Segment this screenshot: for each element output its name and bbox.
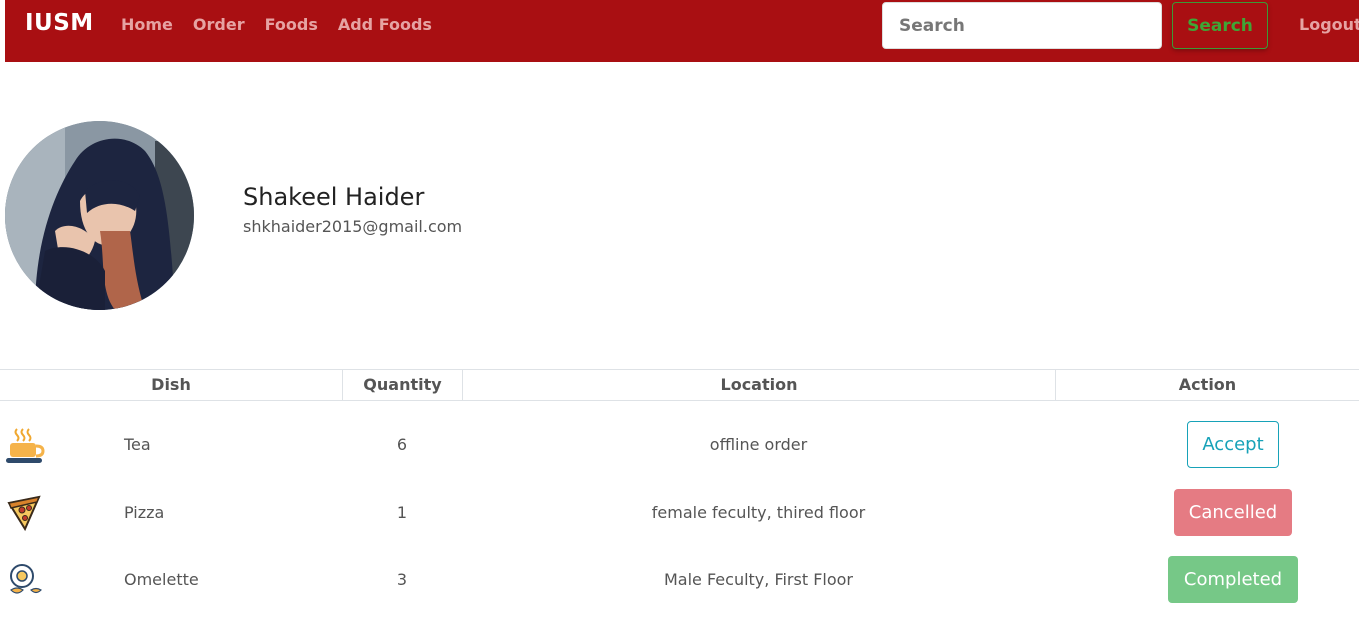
- tea-cup-icon: [5, 425, 45, 465]
- column-header-action: Action: [1055, 370, 1359, 400]
- action-cell: Accept: [1107, 411, 1359, 477]
- dish-quantity: 1: [396, 502, 408, 522]
- nav-link-home[interactable]: Home: [121, 15, 173, 34]
- table-header: Dish Quantity Location Action: [0, 369, 1359, 401]
- table-row: Omelette 3 Male Feculty, First Floor Com…: [0, 546, 1359, 612]
- action-cell: Completed: [1107, 546, 1359, 612]
- order-location: Male Feculty, First Floor: [663, 569, 853, 589]
- dish-name: Tea: [124, 434, 151, 454]
- accept-button[interactable]: Accept: [1187, 420, 1279, 468]
- column-header-dish: Dish: [151, 375, 191, 394]
- nav-link-order[interactable]: Order: [193, 15, 245, 34]
- completed-button[interactable]: Completed: [1167, 555, 1299, 603]
- column-header-location: Location: [462, 370, 1055, 400]
- table-row: Tea 6 offline order Accept: [0, 411, 1359, 477]
- nav-links: Home Order Foods Add Foods: [121, 15, 432, 34]
- dish-quantity: 6: [396, 434, 408, 454]
- logout-link[interactable]: Logout: [1299, 15, 1359, 34]
- pizza-slice-icon: [5, 493, 45, 533]
- order-location: offline order: [709, 434, 808, 454]
- dish-name: Omelette: [124, 569, 199, 589]
- profile-email: shkhaider2015@gmail.com: [243, 217, 463, 236]
- omelette-icon: [5, 560, 45, 600]
- search-input[interactable]: [882, 2, 1162, 49]
- column-header-quantity: Quantity: [342, 370, 462, 400]
- profile-name: Shakeel Haider: [243, 183, 425, 211]
- cancelled-button[interactable]: Cancelled: [1173, 488, 1293, 536]
- action-cell: Cancelled: [1107, 479, 1359, 545]
- brand-logo[interactable]: IUSM: [25, 10, 94, 36]
- table-row: Pizza 1 female feculty, thired floor Can…: [0, 479, 1359, 545]
- search-button[interactable]: Search: [1172, 2, 1268, 49]
- order-location: female feculty, thired floor: [651, 502, 866, 522]
- nav-link-add-foods[interactable]: Add Foods: [338, 15, 432, 34]
- nav-link-foods[interactable]: Foods: [265, 15, 318, 34]
- dish-quantity: 3: [396, 569, 408, 589]
- avatar: [5, 121, 194, 310]
- dish-name: Pizza: [124, 502, 165, 522]
